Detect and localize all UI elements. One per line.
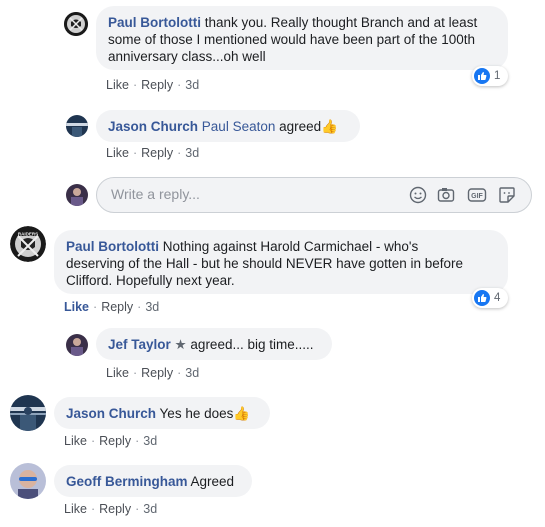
- reply-link[interactable]: Reply: [99, 502, 131, 516]
- comment-text: anniversary class...oh well: [108, 49, 266, 64]
- thumbs-up-icon: [474, 290, 490, 306]
- profile-photo-icon: [66, 334, 88, 356]
- reply-link[interactable]: Reply: [141, 366, 173, 380]
- avatar[interactable]: RAIDERS: [10, 226, 46, 262]
- like-link[interactable]: Like: [106, 78, 129, 92]
- comment-actions: Like · Reply · 3d: [64, 502, 158, 516]
- comment-actions: Like · Reply · 3d: [64, 434, 158, 448]
- comment-text: Nothing against Harold Carmichael - who'…: [162, 239, 419, 254]
- timestamp[interactable]: 3d: [145, 300, 159, 314]
- like-link[interactable]: Like: [64, 502, 87, 516]
- comment-text: thank you. Really thought Branch and at …: [204, 15, 478, 30]
- comment-bubble: Jef Taylor ★ agreed... big time.....: [96, 328, 332, 360]
- star-icon: ★: [174, 337, 187, 352]
- comment-text: some of those I mentioned would have bee…: [108, 32, 475, 47]
- like-link[interactable]: Like: [64, 434, 87, 448]
- comment-actions: Like · Reply · 3d: [106, 146, 200, 160]
- like-link[interactable]: Like: [106, 146, 129, 160]
- thumbs-up-emoji-icon: 👍: [321, 119, 338, 134]
- avatar[interactable]: [66, 334, 88, 356]
- like-link[interactable]: Like: [64, 300, 89, 314]
- reply-link[interactable]: Reply: [99, 434, 131, 448]
- comment-actions: Like · Reply · 3d: [106, 366, 200, 380]
- reply-placeholder: Write a reply...: [111, 186, 200, 202]
- profile-photo-icon: [10, 463, 46, 499]
- gif-icon[interactable]: GIF: [467, 186, 487, 207]
- comment-author[interactable]: Geoff Bermingham: [66, 474, 188, 489]
- reply-link[interactable]: Reply: [141, 146, 173, 160]
- comment-bubble: Jason Church Yes he does👍: [54, 397, 270, 429]
- mention-link[interactable]: Paul Seaton: [202, 119, 276, 134]
- comment-text: Yes he does: [159, 406, 234, 421]
- timestamp[interactable]: 3d: [143, 502, 157, 516]
- comment-author[interactable]: Jef Taylor: [108, 337, 171, 352]
- raiders-logo-icon: RAIDERS: [10, 226, 46, 262]
- reply-link[interactable]: Reply: [141, 78, 173, 92]
- raiders-logo-icon: [64, 12, 88, 36]
- current-user-avatar: [66, 184, 88, 206]
- thumbs-up-icon: [474, 68, 490, 84]
- comment-author[interactable]: Paul Bortolotti: [108, 15, 201, 30]
- avatar[interactable]: [64, 12, 88, 36]
- svg-text:RAIDERS: RAIDERS: [18, 232, 38, 237]
- profile-photo-icon: [66, 184, 88, 206]
- comment-text: Agreed: [190, 474, 235, 489]
- camera-icon[interactable]: [437, 186, 455, 207]
- avatar[interactable]: [10, 463, 46, 499]
- profile-photo-icon: [10, 395, 46, 431]
- comment-bubble: Paul Bortolotti thank you. Really though…: [96, 6, 508, 70]
- comment-text: agreed: [279, 119, 322, 134]
- comment-actions: Like · Reply · 3d: [64, 300, 160, 314]
- comment-actions: Like · Reply · 3d: [106, 78, 200, 92]
- comment-bubble: Jason Church Paul Seaton agreed👍: [96, 110, 360, 142]
- comment-author[interactable]: Jason Church: [108, 119, 198, 134]
- comment-text: agreed... big time.....: [190, 337, 314, 352]
- like-count: 4: [494, 292, 501, 304]
- sticker-icon[interactable]: [498, 186, 516, 207]
- timestamp[interactable]: 3d: [185, 78, 199, 92]
- reaction-count[interactable]: 1: [472, 66, 508, 86]
- comment-bubble: Paul Bortolotti Nothing against Harold C…: [54, 230, 508, 294]
- like-link[interactable]: Like: [106, 366, 129, 380]
- profile-photo-icon: [66, 115, 88, 137]
- thumbs-up-emoji-icon: 👍: [233, 406, 251, 421]
- comment-text: deserving of the Hall - but he should NE…: [66, 256, 463, 271]
- comment-text: Clifford. Hopefully next year.: [66, 273, 235, 288]
- reaction-count[interactable]: 4: [472, 288, 508, 308]
- reply-input[interactable]: Write a reply... GIF: [96, 177, 532, 213]
- emoji-icon[interactable]: [409, 186, 427, 207]
- like-count: 1: [494, 70, 501, 82]
- timestamp[interactable]: 3d: [143, 434, 157, 448]
- svg-text:GIF: GIF: [471, 193, 483, 200]
- comment-author[interactable]: Paul Bortolotti: [66, 239, 159, 254]
- timestamp[interactable]: 3d: [185, 146, 199, 160]
- avatar[interactable]: [66, 115, 88, 137]
- comment-bubble: Geoff Bermingham Agreed: [54, 465, 252, 497]
- avatar[interactable]: [10, 395, 46, 431]
- timestamp[interactable]: 3d: [185, 366, 199, 380]
- reply-link[interactable]: Reply: [101, 300, 133, 314]
- comment-author[interactable]: Jason Church: [66, 406, 156, 421]
